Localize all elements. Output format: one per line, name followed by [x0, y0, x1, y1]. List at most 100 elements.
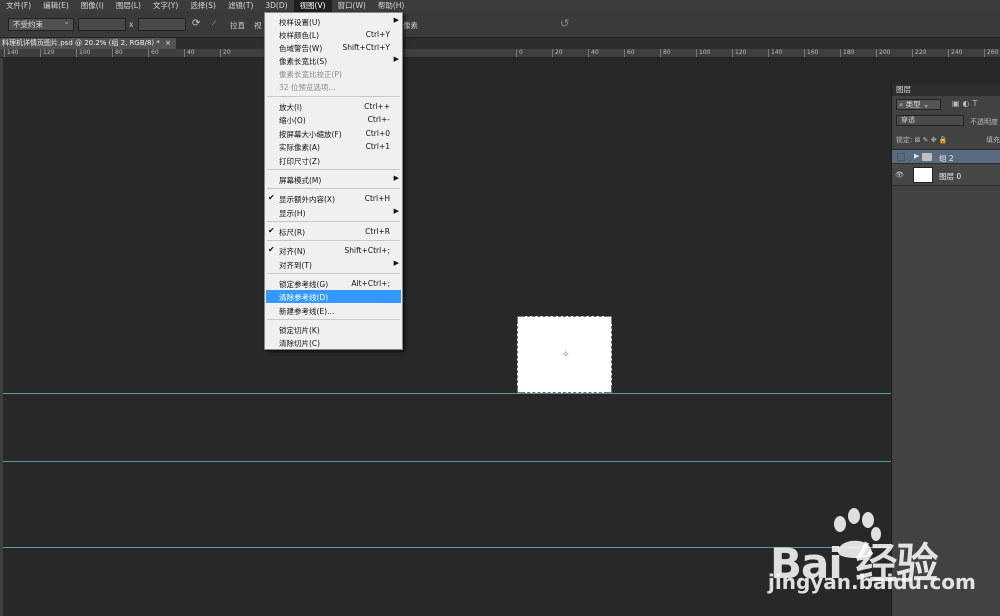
layer-row[interactable]: 👁 图层 0	[892, 163, 1000, 186]
menu-item-snap-to[interactable]: 对齐到(T) ▶	[265, 258, 402, 271]
guide-line[interactable]	[3, 393, 891, 394]
menu-bar: 文件(F) 编辑(E) 图像(I) 图层(L) 文字(Y) 选择(S) 滤镜(T…	[0, 0, 1000, 12]
menu-item-zoom-out[interactable]: 缩小(O) Ctrl+-	[265, 113, 402, 126]
document-tab[interactable]: 料理机详情页图片.psd @ 20.2% (组 2, RGB/8) * ×	[0, 38, 176, 49]
menu-select[interactable]: 选择(S)	[184, 0, 222, 12]
guide-line[interactable]	[3, 547, 891, 548]
document-tab-title: 料理机详情页图片.psd @ 20.2% (组 2, RGB/8) *	[2, 39, 160, 47]
menu-type[interactable]: 文字(Y)	[147, 0, 184, 12]
ruler-tick: 80	[112, 49, 123, 57]
menu-3d[interactable]: 3D(D)	[259, 0, 293, 12]
blend-mode-select[interactable]: 穿透	[896, 115, 964, 126]
ruler-tick: 100	[696, 49, 710, 57]
menu-separator	[267, 240, 400, 241]
opacity-label: 不透明度	[970, 118, 998, 126]
menu-item-pixel-aspect[interactable]: 像素长宽比(S) ▶	[265, 54, 402, 67]
menu-item-screen-mode[interactable]: 屏幕模式(M) ▶	[265, 173, 402, 186]
menu-item-proof-colors[interactable]: 校样颜色(L) Ctrl+Y	[265, 28, 402, 41]
menu-item-32bit-preview: 32 位预览选项...	[279, 83, 336, 92]
filter-icons[interactable]: ▣◐T	[952, 99, 980, 108]
menu-item-lock-guides[interactable]: 锁定参考线(G) Alt+Ctrl+;	[265, 277, 402, 290]
layer-name: 图层 0	[939, 172, 962, 181]
ruler-tick: 80	[660, 49, 671, 57]
width-field[interactable]	[78, 18, 126, 31]
lock-row: 锁定: ⊠ ✎ ✥ 🔒	[896, 135, 948, 145]
ruler-tick: 140	[4, 49, 18, 57]
menu-edit[interactable]: 编辑(E)	[37, 0, 75, 12]
ruler-tick: 140	[768, 49, 782, 57]
expand-arrow-icon[interactable]: ▶	[914, 152, 919, 160]
lock-label: 锁定:	[896, 136, 913, 144]
layers-panel-title[interactable]: 图层	[892, 84, 1000, 96]
view-label[interactable]: 视	[254, 20, 262, 31]
canvas-area[interactable]	[3, 58, 891, 616]
height-field[interactable]	[138, 18, 186, 31]
constraint-select[interactable]: 不受约束	[8, 16, 74, 31]
straighten-icon[interactable]: ⟋	[212, 20, 216, 28]
horizontal-ruler[interactable]: 140 120 100 80 60 40 20 0 20 40 60 80 10…	[0, 49, 1000, 58]
menu-item-print-size[interactable]: 打印尺寸(Z)	[265, 154, 402, 167]
menu-image[interactable]: 图像(I)	[75, 0, 110, 12]
guide-line[interactable]	[3, 461, 891, 462]
menu-layer[interactable]: 图层(L)	[110, 0, 147, 12]
menu-help[interactable]: 帮助(H)	[372, 0, 411, 12]
menu-separator	[267, 96, 400, 97]
ruler-tick: 220	[912, 49, 926, 57]
swap-label: x	[129, 20, 134, 29]
menu-item-gamut-warning[interactable]: 色域警告(W) Shift+Ctrl+Y	[265, 41, 402, 54]
close-icon[interactable]: ×	[165, 39, 171, 47]
crosshair-icon: ✧	[562, 350, 570, 360]
ruler-tick: 240	[948, 49, 962, 57]
submenu-arrow-icon: ▶	[393, 207, 399, 215]
visibility-toggle[interactable]	[897, 153, 905, 161]
ruler-tick: 0	[516, 49, 523, 57]
menu-item-clear-slices[interactable]: 清除切片(C)	[265, 336, 402, 349]
folder-icon	[922, 153, 932, 161]
menu-window[interactable]: 窗口(W)	[332, 0, 372, 12]
menu-item-pixel-aspect-correction: 像素长宽比校正(P)	[279, 70, 342, 79]
layer-filter-select[interactable]: ⌕ 类型 ⌄	[896, 99, 941, 110]
transform-handle[interactable]	[517, 387, 523, 393]
ruler-tick: 60	[148, 49, 159, 57]
menu-separator	[267, 319, 400, 320]
menu-item-clear-guides[interactable]: 清除参考线(D)	[266, 290, 401, 303]
checkmark-icon: ✔	[268, 245, 275, 254]
menu-item-fit-screen[interactable]: 按屏幕大小缩放(F) Ctrl+0	[265, 127, 402, 140]
submenu-arrow-icon: ▶	[393, 55, 399, 63]
straighten-label[interactable]: 拉直	[230, 20, 245, 31]
document-tabs: 料理机详情页图片.psd @ 20.2% (组 2, RGB/8) * ×	[0, 38, 1000, 49]
menu-item-zoom-in[interactable]: 放大(I) Ctrl++	[265, 100, 402, 113]
ruler-tick: 40	[184, 49, 195, 57]
menu-separator	[267, 221, 400, 222]
ruler-tick: 260	[984, 49, 998, 57]
artboard-image[interactable]: ✧	[517, 316, 612, 393]
ruler-tick: 20	[552, 49, 563, 57]
transform-handle[interactable]	[606, 316, 612, 322]
lock-icons[interactable]: ⊠ ✎ ✥ 🔒	[915, 136, 948, 144]
options-bar: 不受约束 x ⟳ ⟋ 拉直 视 像素 ↺	[0, 12, 1000, 38]
menu-item-actual-pixels[interactable]: 实际像素(A) Ctrl+1	[265, 140, 402, 153]
eye-icon[interactable]: 👁	[895, 171, 905, 179]
menu-item-lock-slices[interactable]: 锁定切片(K)	[265, 323, 402, 336]
submenu-arrow-icon: ▶	[393, 16, 399, 24]
clear-icon[interactable]: ⟳	[192, 18, 200, 29]
transform-handle[interactable]	[517, 316, 523, 322]
pixels-label: 像素	[403, 21, 418, 30]
menu-item-snap[interactable]: ✔ 对齐(N) Shift+Ctrl+;	[265, 244, 402, 257]
menu-item-new-guide[interactable]: 新建参考线(E)...	[265, 304, 402, 317]
menu-item-show[interactable]: 显示(H) ▶	[265, 206, 402, 219]
menu-filter[interactable]: 滤镜(T)	[222, 0, 259, 12]
ruler-tick: 160	[804, 49, 818, 57]
menu-item-proof-setup[interactable]: 校样设置(U) ▶	[265, 15, 402, 28]
menu-file[interactable]: 文件(F)	[0, 0, 37, 12]
view-menu-dropdown: 校样设置(U) ▶ 校样颜色(L) Ctrl+Y 色域警告(W) Shift+Ctrl…	[264, 12, 403, 350]
menu-separator	[267, 169, 400, 170]
watermark-url: jingyan.baidu.com	[768, 570, 976, 594]
transform-handle[interactable]	[606, 387, 612, 393]
menu-view[interactable]: 视图(V)	[293, 0, 332, 12]
layer-row-group[interactable]: ▶ 组 2	[892, 149, 1000, 163]
reset-icon[interactable]: ↺	[560, 17, 569, 30]
menu-item-extras[interactable]: ✔ 显示额外内容(X) Ctrl+H	[265, 192, 402, 205]
menu-item-rulers[interactable]: ✔ 标尺(R) Ctrl+R	[265, 225, 402, 238]
menu-separator	[267, 273, 400, 274]
